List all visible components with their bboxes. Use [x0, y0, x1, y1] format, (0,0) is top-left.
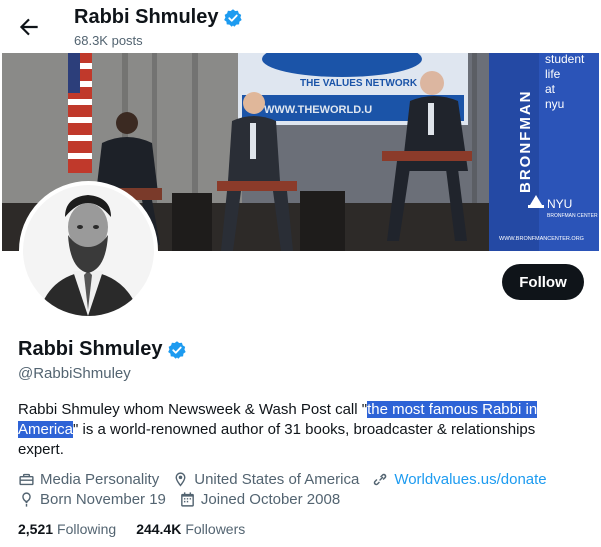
meta-location-text: United States of America [194, 471, 360, 488]
bio-text-start: Rabbi Shmuley whom Newsweek & Wash Post … [18, 401, 368, 418]
meta-category-text: Media Personality [40, 471, 160, 488]
following-label: Following [57, 521, 117, 537]
profile-name-text: Rabbi Shmuley [18, 338, 163, 360]
svg-text:WWW.THEWORLD.U: WWW.THEWORLD.U [264, 104, 372, 116]
calendar-icon [181, 492, 194, 507]
svg-text:NYU: NYU [547, 197, 572, 211]
meta-joined-text: Joined October 2008 [200, 491, 341, 508]
follow-button[interactable]: Follow [502, 264, 584, 300]
profile-display-name: Rabbi Shmuley [18, 338, 187, 361]
balloon-icon [22, 492, 31, 507]
meta-website[interactable]: Worldvalues.us/donate [372, 471, 547, 488]
verified-badge-icon [224, 8, 243, 27]
svg-text:WWW.BRONFMANCENTER.ORG: WWW.BRONFMANCENTER.ORG [499, 236, 584, 242]
follow-stats: 2,521 Following 244.4K Followers [18, 521, 245, 537]
svg-text:nyu: nyu [545, 97, 564, 111]
header-post-count: 68.3K posts [74, 33, 143, 48]
profile-handle: @RabbiShmuley [18, 365, 131, 382]
verified-badge-icon[interactable] [167, 340, 187, 360]
following-link[interactable]: 2,521 Following [18, 521, 116, 537]
svg-text:life: life [545, 67, 561, 81]
meta-joined: Joined October 2008 [179, 491, 340, 508]
back-arrow-icon[interactable] [16, 14, 42, 40]
header-name: Rabbi Shmuley [74, 6, 219, 28]
bio-highlight-line2: America [18, 421, 74, 438]
svg-text:at: at [545, 82, 556, 96]
svg-text:BRONFMAN: BRONFMAN [517, 90, 534, 194]
location-pin-icon [175, 472, 186, 487]
svg-text:student: student [545, 53, 585, 66]
svg-text:BRONFMAN CENTER: BRONFMAN CENTER [547, 213, 598, 219]
profile-meta-row-1: Media Personality United States of Ameri… [18, 471, 560, 488]
svg-text:THE VALUES NETWORK: THE VALUES NETWORK [300, 78, 418, 89]
header-title: Rabbi Shmuley [74, 6, 243, 29]
link-icon [374, 473, 387, 486]
meta-birthday-text: Born November 19 [40, 491, 166, 508]
bio-text-end: " is a world-renowned author of 31 books… [18, 421, 536, 458]
top-bar: Rabbi Shmuley 68.3K posts [0, 0, 601, 53]
briefcase-icon [19, 473, 34, 486]
profile-bio: Rabbi Shmuley whom Newsweek & Wash Post … [18, 400, 578, 460]
website-link[interactable]: Worldvalues.us/donate [394, 471, 546, 488]
following-count: 2,521 [18, 521, 54, 537]
followers-link[interactable]: 244.4K Followers [136, 521, 245, 537]
meta-birthday: Born November 19 [18, 491, 166, 508]
avatar-photo [23, 185, 154, 316]
profile-meta-row-2: Born November 19 Joined October 2008 [18, 491, 353, 508]
followers-label: Followers [185, 521, 246, 537]
flag-graphic [68, 53, 92, 173]
meta-location: United States of America [172, 471, 359, 488]
followers-count: 244.4K [136, 521, 182, 537]
meta-category: Media Personality [18, 471, 159, 488]
profile-avatar[interactable] [19, 181, 158, 320]
bio-highlight-line1: the most famous Rabbi in [367, 401, 538, 418]
nyu-banner: BRONFMAN student life at nyu NYU BRONFMA… [489, 53, 599, 251]
